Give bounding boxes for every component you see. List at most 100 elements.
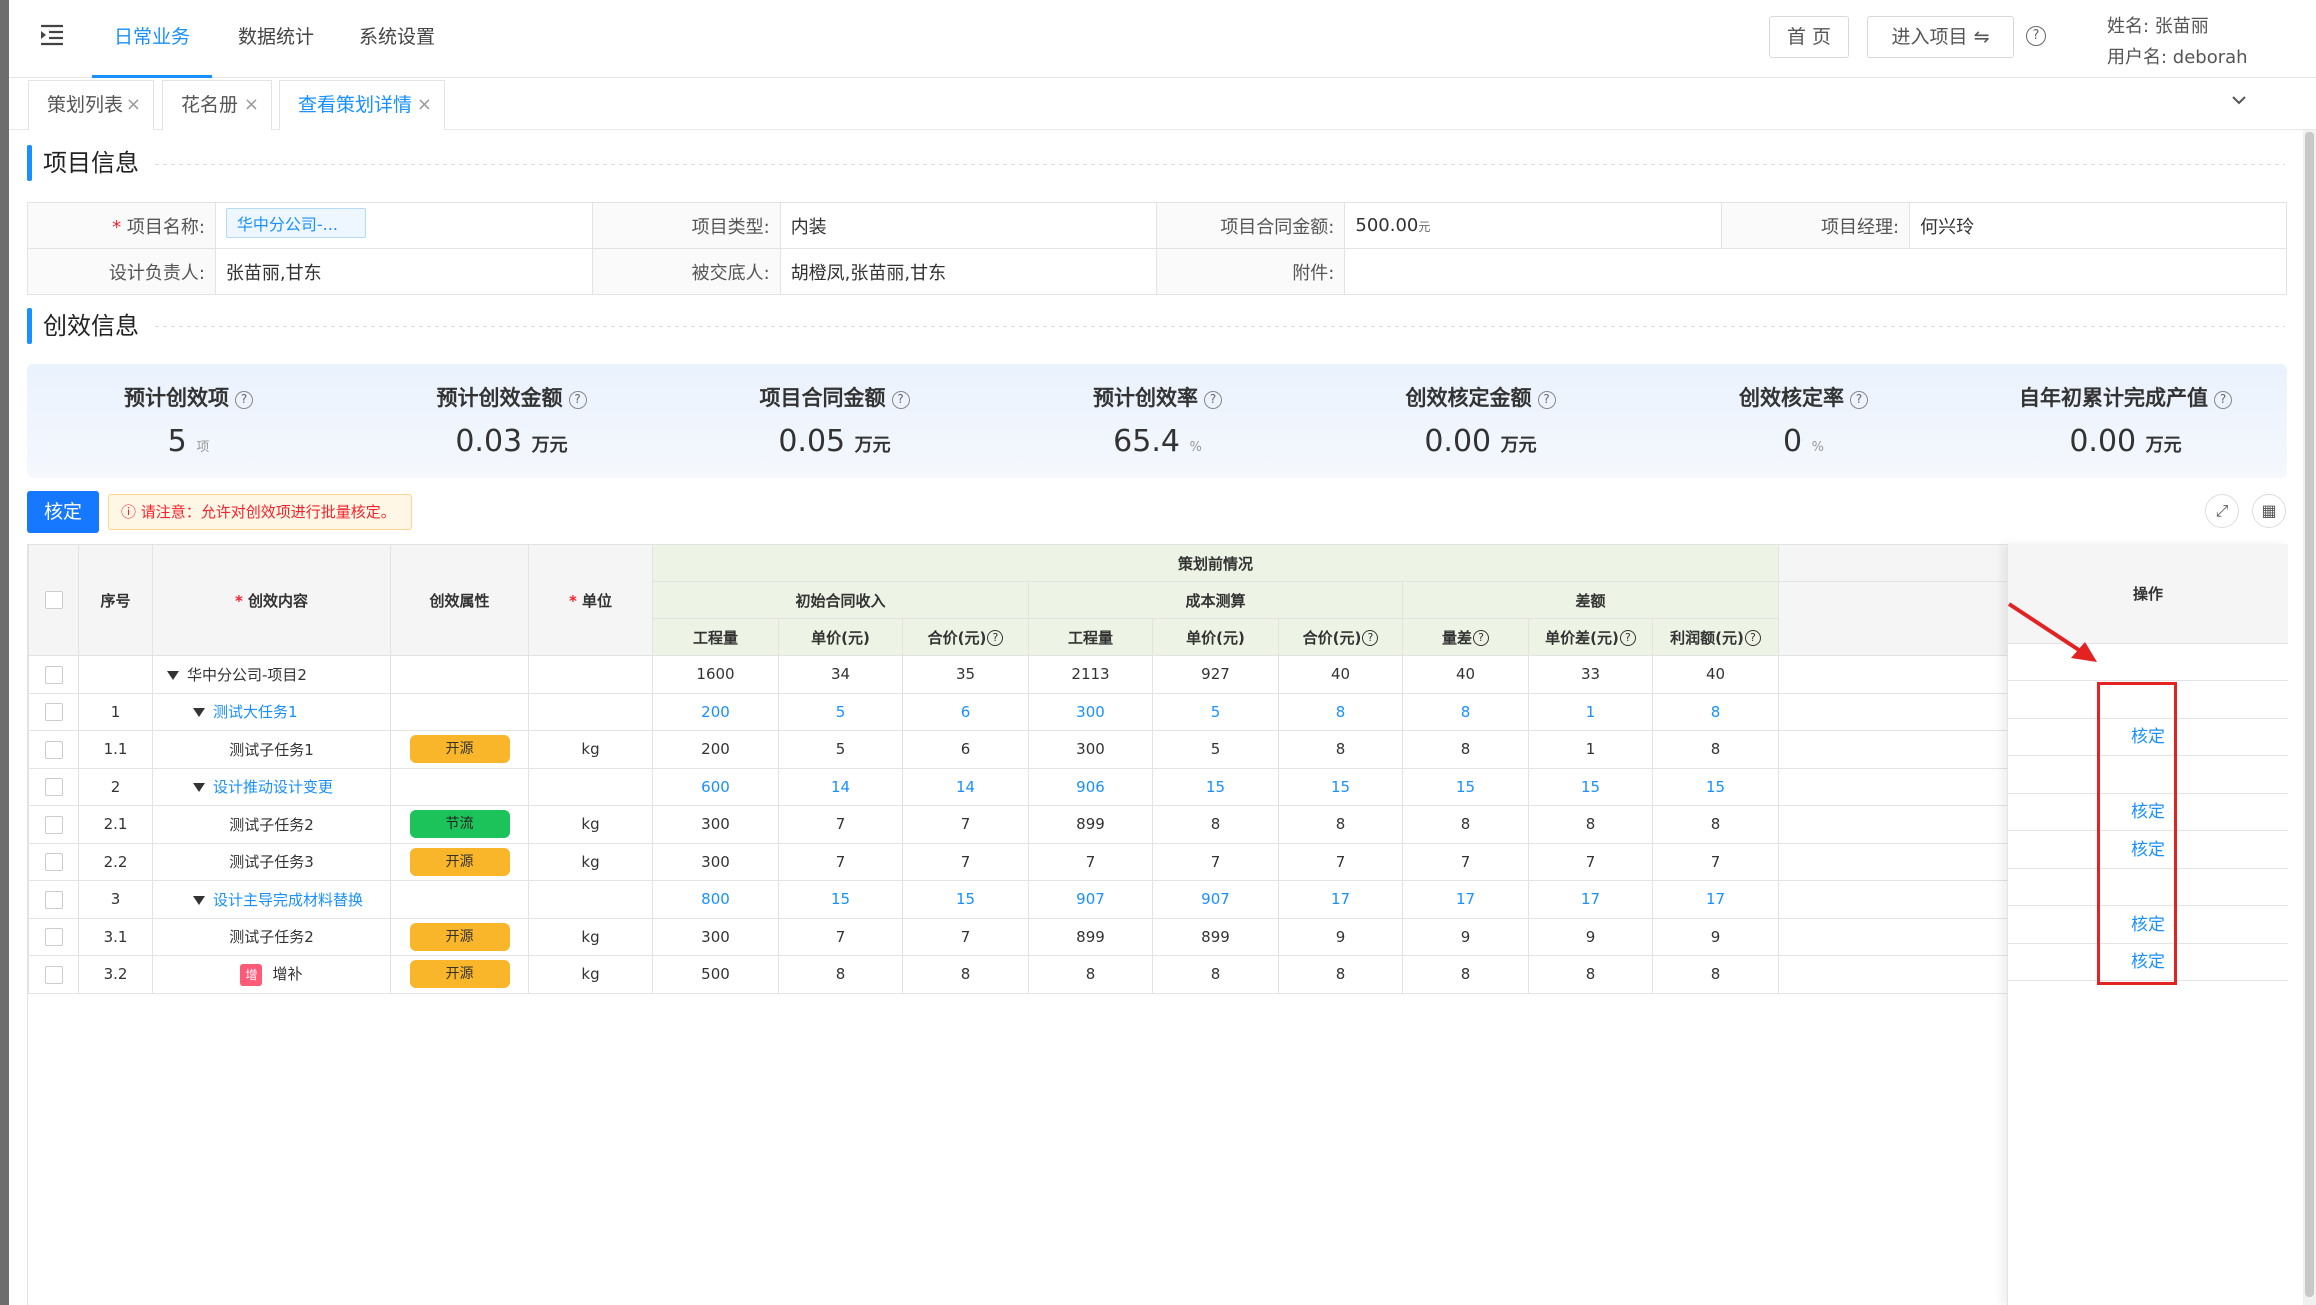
cell-value: 15 [1528,767,1653,806]
tab-roster[interactable]: 花名册 × [162,80,272,130]
cell-value: 8 [1652,805,1779,844]
cell-value: 200 [652,730,779,769]
cell-value: 17 [1278,880,1403,919]
row-select[interactable] [28,955,79,994]
nav-statistics[interactable]: 数据统计 [226,0,326,78]
scrollbar-thumb[interactable] [2305,132,2314,1297]
cell-attr [390,655,529,694]
grid-settings-icon[interactable]: ▦ [2252,494,2286,528]
col-initial-price: 单价(元) [778,618,903,656]
nav-daily-business[interactable]: 日常业务 [92,0,212,78]
stat-ytd-output: 自年初累计完成产值? 0.00 万元 [1964,382,2287,459]
tab-plan-detail[interactable]: 查看策划详情 × [279,80,445,130]
cell-value: 9 [1278,917,1403,956]
help-icon: ? [1204,391,1222,409]
cell-attr: 节流 [390,805,529,844]
label-designer: 设计负责人: [27,248,216,295]
cell-value: 7 [902,805,1029,844]
content-text[interactable]: 测试大任务1 [213,703,298,721]
cell-value: 9 [1652,917,1779,956]
row-select[interactable] [28,880,79,919]
tab-label: 查看策划详情 [298,94,413,116]
cell-value: 5 [1152,692,1279,731]
cell-value: 15 [778,880,903,919]
col-group-diff: 差额 [1402,581,1779,619]
cell-seq: 2.1 [78,805,153,844]
row-select[interactable] [28,692,79,731]
cell-value: 8 [1278,805,1403,844]
row-select[interactable] [28,655,79,694]
menu-toggle-icon[interactable] [37,20,67,50]
content-text: 测试子任务2 [229,928,314,947]
table-row: 2.2测试子任务3开源kg300777777777 [28,842,2159,881]
cell-value: 300 [652,917,779,956]
cell-value: 7 [1528,842,1653,881]
expand-caret-icon[interactable] [193,783,205,793]
content-text[interactable]: 设计推动设计变更 [213,778,333,796]
nav-settings[interactable]: 系统设置 [347,0,447,78]
col-cost-total: 合价(元)? [1278,618,1403,656]
cell-value: 17 [1528,880,1653,919]
expand-caret-icon[interactable] [167,670,179,680]
value-attachment [1344,248,2287,295]
cell-value: 899 [1028,805,1153,844]
cell-value: 15 [902,880,1029,919]
cell-value: 6 [902,730,1029,769]
cell-value: 5 [778,692,903,731]
expand-caret-icon[interactable] [193,895,205,905]
cell-value: 40 [1278,655,1403,694]
help-icon: ? [568,391,587,409]
cell-value: 5 [1152,730,1279,769]
project-name-chip[interactable]: 华中分公司-... [225,208,366,238]
attr-tag: 开源 [409,735,510,764]
cell-value: 927 [1152,655,1279,694]
cell-value: 8 [1152,955,1279,994]
row-select[interactable] [28,805,79,844]
cell-value: 1600 [652,655,779,694]
cell-value: 7 [902,842,1029,881]
batch-verify-button[interactable]: 核定 [27,491,99,533]
close-icon[interactable]: × [126,81,141,129]
row-select[interactable] [28,730,79,769]
home-button[interactable]: 首 页 [1769,16,1849,58]
cell-value: 1 [1528,730,1653,769]
cell-value: 907 [1028,880,1153,919]
cell-attr [390,880,529,919]
cell-value: 8 [1652,730,1779,769]
expand-caret-icon[interactable] [193,708,205,718]
cell-value: 9 [1402,917,1529,956]
cell-value: 300 [1028,692,1153,731]
help-icon: ? [1362,629,1379,646]
enter-project-label: 进入项目 [1891,26,1968,48]
chevron-down-icon[interactable] [2229,90,2249,115]
fullscreen-icon[interactable]: ⤢ [2205,494,2239,528]
row-select[interactable] [28,917,79,956]
close-icon[interactable]: × [244,81,259,129]
row-select[interactable] [28,842,79,881]
stat-verified-rate: 创效核定率? 0 % [1642,382,1965,459]
enter-project-button[interactable]: 进入项目 ⇋ [1867,16,2014,58]
select-all-header[interactable] [28,544,79,656]
row-select[interactable] [28,767,79,806]
content-text[interactable]: 设计主导完成材料替换 [213,891,363,909]
value-designer: 张苗丽,甘东 [214,248,593,295]
col-group-initial: 初始合同收入 [652,581,1029,619]
cell-value: 200 [652,692,779,731]
help-icon: ? [1850,391,1868,409]
cell-value: 17 [1652,880,1779,919]
cell-value: 300 [652,805,779,844]
top-navbar: 日常业务 数据统计 系统设置 首 页 进入项目 ⇋ ? 姓名: 张苗丽 用户名:… [9,0,2316,78]
tab-plan-list[interactable]: 策划列表 × [28,80,154,130]
table-row: 3.2增增补开源kg500888888888 [28,955,2159,994]
notice-banner: ⓘ 请注意：允许对创效项进行批量核定。 [108,494,412,530]
cell-value: 17 [1402,880,1529,919]
benefit-table: 序号 * 创效内容 创效属性 * 单位 策划前情况 初始合同收入 成本测算 差额… [27,544,2288,1305]
close-icon[interactable]: × [417,81,432,129]
label-manager: 项目经理: [1721,202,1911,249]
cell-content: 测试子任务1 [152,730,391,769]
cell-value: 8 [1528,805,1653,844]
cell-value: 8 [1152,805,1279,844]
cell-value: 5 [778,730,903,769]
cell-value: 40 [1402,655,1529,694]
help-icon[interactable]: ? [2026,26,2046,46]
